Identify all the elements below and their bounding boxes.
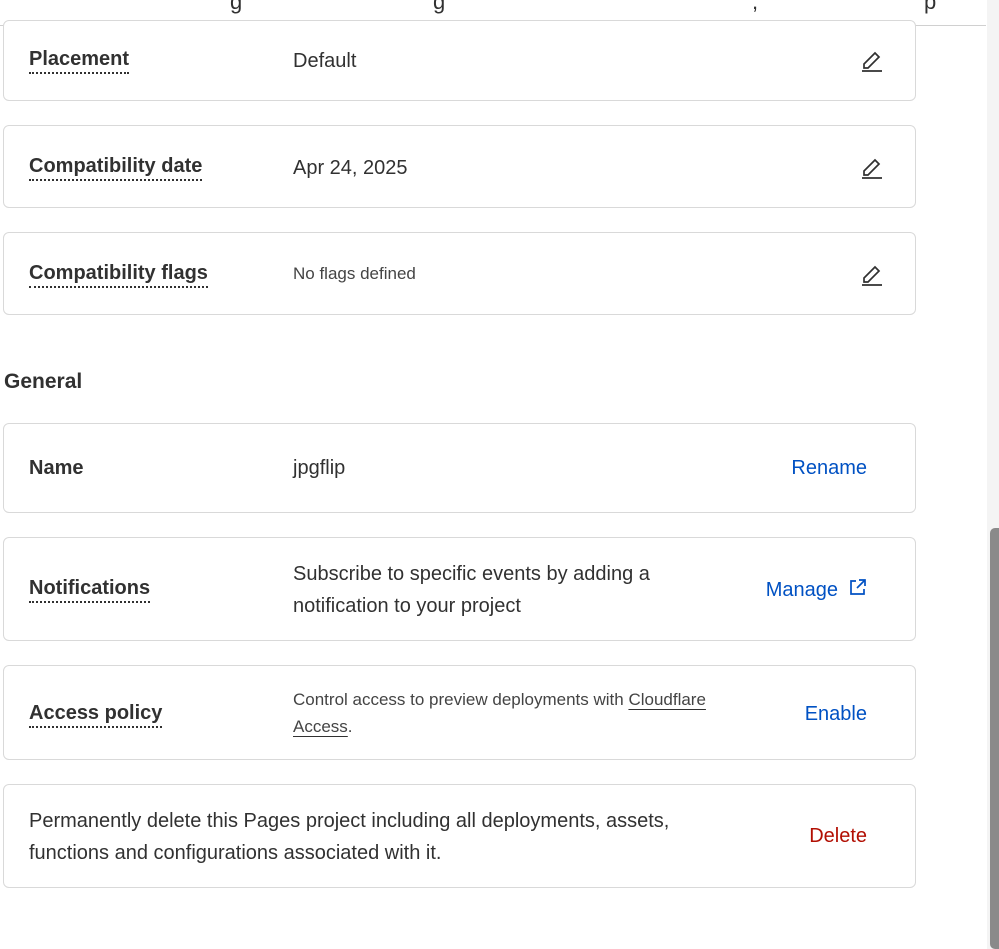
compatibility-flags-value: No flags defined (293, 264, 416, 283)
tab-label-fragment[interactable]: , (752, 0, 758, 15)
delete-project-card: Permanently delete this Pages project in… (3, 784, 916, 888)
manage-link-label: Manage (765, 579, 838, 601)
access-policy-card: Access policy Control access to preview … (3, 665, 916, 760)
pencil-icon (862, 158, 882, 179)
access-policy-description: Control access to preview deployments wi… (293, 686, 743, 740)
delete-project-description: Permanently delete this Pages project in… (29, 810, 670, 864)
compatibility-date-label: Compatibility date (29, 155, 203, 181)
pencil-icon (862, 51, 882, 72)
name-label: Name (29, 457, 84, 479)
tab-label-fragment[interactable]: p (924, 0, 936, 15)
edit-placement-button[interactable] (859, 47, 885, 73)
pencil-icon (862, 265, 882, 286)
name-card: Name jpgflip Rename (3, 423, 916, 513)
enable-access-policy-button[interactable]: Enable (805, 703, 867, 726)
tab-label-fragment[interactable]: g (230, 0, 242, 15)
tab-label-fragment-active[interactable]: g (433, 0, 445, 15)
edit-compatibility-date-button[interactable] (859, 154, 885, 180)
rename-button[interactable]: Rename (791, 457, 867, 480)
notifications-card: Notifications Subscribe to specific even… (3, 537, 916, 641)
notifications-description: Subscribe to specific events by adding a… (293, 563, 650, 617)
compatibility-flags-card: Compatibility flags No flags defined (3, 232, 916, 315)
compatibility-date-value: Apr 24, 2025 (293, 157, 408, 179)
external-link-icon (848, 578, 867, 603)
access-policy-description-suffix: . (347, 717, 353, 736)
delete-project-button[interactable]: Delete (809, 825, 867, 848)
compatibility-date-card: Compatibility date Apr 24, 2025 (3, 125, 916, 208)
general-section-title: General (4, 370, 83, 393)
placement-value: Default (293, 50, 357, 72)
edit-compatibility-flags-button[interactable] (859, 261, 885, 287)
notifications-label: Notifications (29, 577, 151, 603)
placement-card: Placement Default (3, 20, 916, 101)
access-policy-label: Access policy (29, 702, 163, 728)
scrollbar-thumb[interactable] (990, 528, 999, 949)
compatibility-flags-label: Compatibility flags (29, 262, 208, 288)
placement-label: Placement (29, 48, 130, 74)
project-name-value: jpgflip (293, 457, 346, 479)
access-policy-description-text: Control access to preview deployments wi… (293, 690, 629, 709)
manage-notifications-link[interactable]: Manage (766, 578, 867, 603)
